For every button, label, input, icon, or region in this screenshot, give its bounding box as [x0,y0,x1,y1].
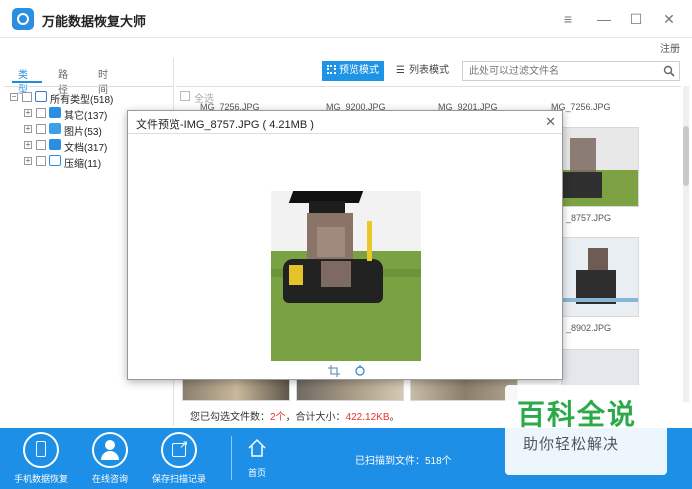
preview-mode-button[interactable]: 预览模式 [322,61,384,81]
online-consult-label: 在线咨询 [91,474,128,484]
close-icon[interactable]: ✕ [545,114,556,130]
tab-underline [12,81,42,83]
expand-icon[interactable]: + [24,157,32,165]
minimize-icon[interactable]: — [596,11,612,27]
watermark-title: 百科全说 [517,399,638,430]
online-consult-button[interactable]: 在线咨询 [75,428,145,489]
close-icon[interactable]: ✕ [661,11,677,27]
tree-label: 其它(137) [64,111,108,122]
save-scan-button[interactable]: ↗ 保存扫描记录 [144,428,214,489]
crop-icon[interactable] [328,365,340,377]
dialog-divider [128,133,562,134]
menu-icon[interactable]: ≡ [560,11,576,27]
collapse-icon[interactable]: − [10,93,18,101]
phone-icon [23,432,59,468]
tree-label: 文档(317) [64,143,108,154]
status-prefix: 您已勾选文件数： [190,412,270,423]
preview-image [271,191,421,361]
expand-icon[interactable]: + [24,141,32,149]
tree-label: 图片(53) [64,127,102,138]
thumbnail-image[interactable] [561,237,639,317]
selected-count: 2个 [270,412,286,423]
phone-recover-label: 手机数据恢复 [13,474,68,484]
tree-label: 压缩(11) [64,159,102,170]
tree-item-all[interactable]: − 所有类型(518) [4,89,174,106]
tree-checkbox[interactable] [36,124,46,134]
tree-label: 所有类型(518) [50,95,114,106]
file-preview-dialog: 文件预览-IMG_8757.JPG ( 4.21MB ) ✕ [127,110,563,380]
image-icon [49,123,61,134]
thumbnail-image[interactable] [296,377,404,401]
filter-box [462,61,680,81]
thumbnail-image[interactable] [410,377,518,401]
thumb-filename: _8757.JPG [566,213,612,223]
home-label: 首页 [247,468,266,478]
title-bar: 万能数据恢复大师 ≡ — ☐ ✕ [0,0,692,38]
save-scan-label: 保存扫描记录 [151,474,206,484]
list-view-icon: ☰ [396,65,405,76]
phone-recover-button[interactable]: 手机数据恢复 [6,428,76,489]
search-icon[interactable] [663,65,675,77]
tree-checkbox[interactable] [36,156,46,166]
scanned-count: 已扫描到文件：518个 [355,456,452,467]
home-button[interactable]: 首页 [222,428,292,489]
thumbnail-image[interactable] [561,349,639,389]
list-mode-label: 列表模式 [408,65,449,76]
status-middle: ，合计大小： [285,412,346,423]
thumb-filename: _8902.JPG [566,323,612,333]
scrollbar-thumb[interactable] [683,126,689,186]
rotate-icon[interactable] [354,365,366,377]
archive-icon [49,155,61,166]
thumbnail-image[interactable] [561,127,639,207]
tree-checkbox[interactable] [36,140,46,150]
site-watermark: 百科全说 助你轻松解决 [505,385,667,475]
tree-checkbox[interactable] [22,92,32,102]
watermark-subtitle: 助你轻松解决 [523,436,620,453]
grid-scrollbar[interactable] [683,86,689,402]
expand-icon[interactable]: + [24,109,32,117]
grid-view-icon [327,65,336,74]
select-all-checkbox[interactable] [180,91,190,101]
tree-checkbox[interactable] [36,108,46,118]
app-logo-icon [12,8,34,30]
status-suffix: 。 [389,412,400,423]
grid-icon [49,107,61,118]
folder-icon [49,139,61,150]
dialog-title: 文件预览-IMG_8757.JPG ( 4.21MB ) [136,119,314,131]
thumbnail-image[interactable] [182,377,290,401]
selected-size: 422.12KB [345,412,390,423]
export-icon: ↗ [161,432,197,468]
user-icon [92,432,128,468]
app-title: 万能数据恢复大师 [42,14,147,29]
selection-status: 您已勾选文件数：2个，合计大小：422.12KB。 [190,408,400,423]
maximize-icon[interactable]: ☐ [628,11,644,27]
toolbar: 预览模式 ☰ 列表模式 [176,58,688,84]
register-link[interactable]: 注册 [660,40,680,55]
monitor-icon [35,91,47,102]
preview-mode-label: 预览模式 [339,65,379,76]
home-icon [248,438,266,457]
filter-input[interactable] [463,62,653,80]
expand-icon[interactable]: + [24,125,32,133]
list-mode-button[interactable]: ☰ 列表模式 [392,61,454,81]
